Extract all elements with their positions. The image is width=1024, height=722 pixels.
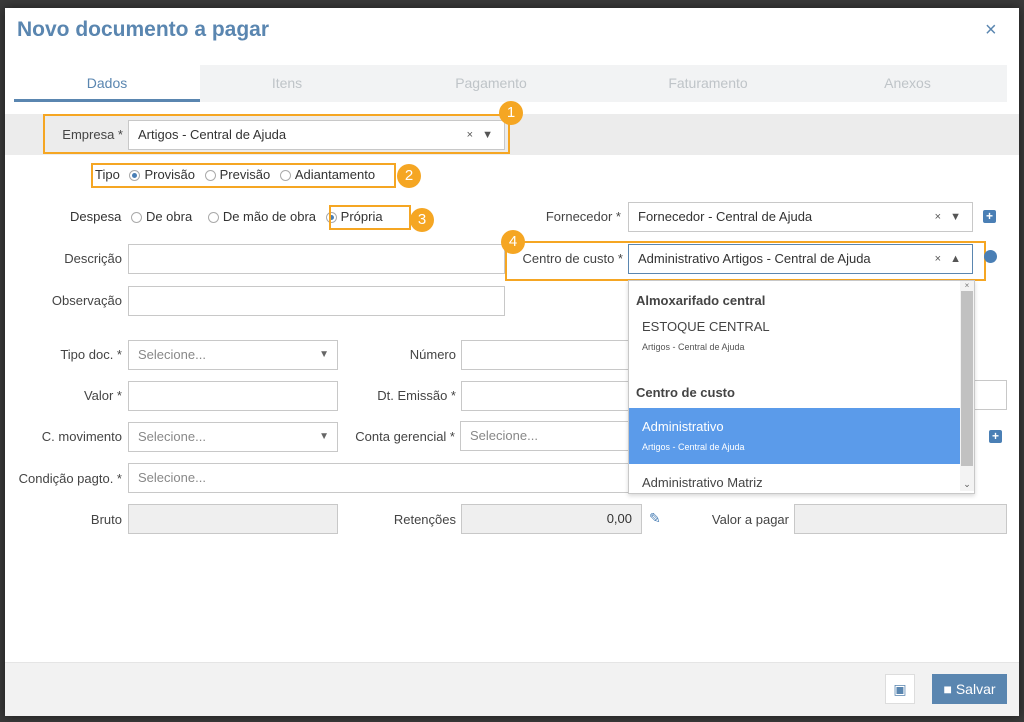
dt-emissao-label: Dt. Emissão * [377,388,456,403]
tipo-doc-placeholder: Selecione... [138,347,206,362]
chart-pie-icon[interactable] [984,250,997,263]
centro-custo-label: Centro de custo * [522,251,623,266]
group-almoxarifado: Almoxarifado central [636,293,766,308]
bruto-input [128,504,338,534]
scroll-up-icon[interactable]: × [960,281,974,291]
radio-adiantamento-label: Adiantamento [294,167,376,182]
step-badge-1: 1 [499,101,523,125]
save-label: Salvar [955,681,996,697]
chevron-up-icon[interactable]: ▲ [950,253,964,265]
floppy-disk-icon: ■ [943,681,952,697]
valor-input[interactable] [128,381,338,411]
centro-custo-dropdown: Almoxarifado central ESTOQUE CENTRAL Art… [628,280,975,494]
retencoes-label: Retenções [393,512,456,527]
tab-pagamento[interactable]: Pagamento [374,65,608,102]
option-administrativo[interactable]: Administrativo Artigos - Central de Ajud… [629,408,960,464]
chevron-down-icon[interactable]: ▼ [319,341,329,369]
option-label: Administrativo [642,419,724,434]
step-badge-4: 4 [501,230,525,254]
option-administrativo-matriz[interactable]: Administrativo Matriz [629,475,960,493]
chevron-down-icon[interactable]: ▼ [950,211,964,223]
step-badge-3: 3 [410,208,434,232]
tipo-group: Tipo Provisão Previsão Adiantamento [95,167,381,182]
chevron-down-icon[interactable]: ▼ [319,423,329,451]
centro-custo-select[interactable]: Administrativo Artigos - Central de Ajud… [628,244,973,274]
option-estoque-central[interactable]: ESTOQUE CENTRAL Artigos - Central de Aju… [629,319,960,361]
close-icon[interactable]: × [985,20,997,40]
condicao-pagto-select[interactable]: Selecione... [128,463,629,493]
scroll-thumb[interactable] [961,291,973,466]
valor-pagar-input [794,504,1007,534]
dialog-title: Novo documento a pagar [17,18,270,41]
empresa-label: Empresa * [62,127,123,142]
add-conta-icon[interactable]: + [989,430,1002,443]
step-badge-2: 2 [397,164,421,188]
observacao-input[interactable] [128,286,505,316]
bruto-label: Bruto [90,512,122,527]
radio-provisao-label: Provisão [144,167,196,182]
option-label: Administrativo Matriz [642,475,763,490]
numero-label: Número [409,347,456,362]
modal-dialog: Novo documento a pagar × Dados Itens Pag… [5,8,1019,716]
scroll-down-icon[interactable]: ⌄ [960,477,974,491]
option-label: ESTOQUE CENTRAL [642,319,770,334]
retencoes-input: 0,00 [461,504,642,534]
dt-emissao-input[interactable] [461,381,629,411]
conta-gerencial-label: Conta gerencial * [355,429,455,444]
condicao-pagto-label: Condição pagto. * [18,471,122,486]
descricao-input[interactable] [128,244,505,274]
fornecedor-select[interactable]: Fornecedor - Central de Ajuda × ▼ [628,202,973,232]
descricao-label: Descrição [64,251,122,266]
add-fornecedor-icon[interactable]: + [983,210,996,223]
despesa-label: Despesa [70,209,122,224]
group-centro-custo: Centro de custo [636,385,735,400]
c-movimento-placeholder: Selecione... [138,429,206,444]
option-sub: Artigos - Central de Ajuda [642,442,745,452]
empresa-select[interactable]: Artigos - Central de Ajuda × ▼ [128,120,505,150]
highlight-propria [329,205,411,230]
dialog-footer [5,662,1019,716]
tab-bar: Dados Itens Pagamento Faturamento Anexos [14,65,1007,102]
empresa-value: Artigos - Central de Ajuda [138,127,287,142]
c-movimento-select[interactable]: Selecione... ▼ [128,422,338,452]
fornecedor-value: Fornecedor - Central de Ajuda [638,209,813,224]
tipo-doc-label: Tipo doc. * [60,347,122,362]
conta-gerencial-placeholder: Selecione... [470,428,538,443]
clear-icon[interactable]: × [467,129,476,141]
valor-label: Valor * [83,388,122,403]
radio-mao-de-obra[interactable] [207,212,219,223]
tipo-label: Tipo [95,167,120,182]
c-movimento-label: C. movimento [41,429,122,444]
centro-custo-value: Administrativo Artigos - Central de Ajud… [638,251,871,266]
valor-pagar-label: Valor a pagar [711,512,789,527]
save-button[interactable]: ■ Salvar [932,674,1007,704]
clear-icon[interactable]: × [935,253,944,265]
radio-mao-de-obra-label: De mão de obra [222,209,317,224]
clear-icon[interactable]: × [935,211,944,223]
pencil-icon[interactable]: ✎ [649,510,661,527]
radio-de-obra-label: De obra [145,209,193,224]
file-upload-icon[interactable]: ▣ [885,674,915,704]
conta-gerencial-select[interactable]: Selecione... [460,421,629,451]
radio-previsao[interactable] [204,170,216,181]
tab-itens[interactable]: Itens [200,65,374,102]
dropdown-scrollbar[interactable]: × ⌄ [960,281,974,491]
tab-anexos[interactable]: Anexos [808,65,1007,102]
radio-provisao[interactable] [129,170,141,181]
chevron-down-icon[interactable]: ▼ [482,129,496,141]
radio-de-obra[interactable] [130,212,142,223]
tipo-doc-select[interactable]: Selecione... ▼ [128,340,338,370]
option-sub: Artigos - Central de Ajuda [642,342,745,352]
observacao-label: Observação [51,293,122,308]
numero-input[interactable] [461,340,629,370]
radio-previsao-label: Previsão [219,167,271,182]
fornecedor-label: Fornecedor * [545,209,621,224]
tab-dados[interactable]: Dados [14,65,200,102]
tab-faturamento[interactable]: Faturamento [608,65,808,102]
condicao-pagto-placeholder: Selecione... [138,470,206,485]
radio-adiantamento[interactable] [279,170,291,181]
